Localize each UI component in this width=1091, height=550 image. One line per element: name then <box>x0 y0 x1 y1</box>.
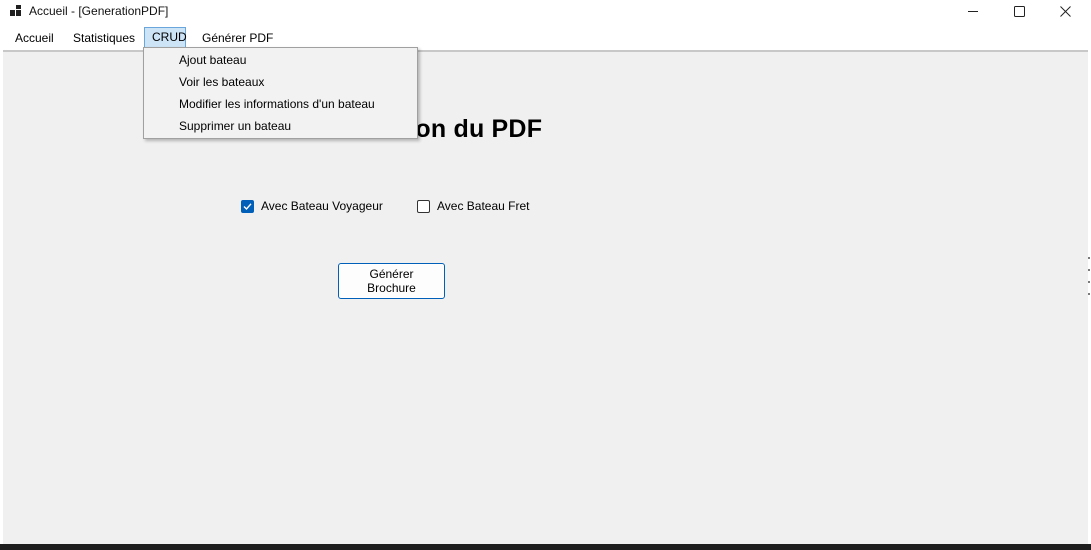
minimize-icon <box>968 11 978 12</box>
checkbox-checked-icon[interactable] <box>241 199 254 213</box>
menu-crud[interactable]: CRUD <box>144 27 187 49</box>
close-icon <box>1059 5 1071 17</box>
checkbox-bateau-voyageur[interactable]: Avec Bateau Voyageur <box>241 199 383 213</box>
window-title: Accueil - [GenerationPDF] <box>29 4 169 18</box>
menu-generer-pdf[interactable]: Générer PDF <box>194 28 281 48</box>
checkbox-label-voyageur: Avec Bateau Voyageur <box>261 199 383 213</box>
checkbox-label-fret: Avec Bateau Fret <box>437 199 530 213</box>
minimize-button[interactable] <box>950 0 996 22</box>
checkmark-icon <box>243 202 252 210</box>
maximize-icon <box>1013 5 1025 17</box>
menu-item-modifier-bateau[interactable]: Modifier les informations d'un bateau <box>179 94 375 114</box>
crud-dropdown-menu: Ajout bateau Voir les bateaux Modifier l… <box>143 47 418 139</box>
generer-brochure-button[interactable]: Générer Brochure <box>338 263 445 299</box>
menu-item-ajout-bateau[interactable]: Ajout bateau <box>179 50 246 70</box>
maximize-button[interactable] <box>996 0 1042 22</box>
menu-statistiques[interactable]: Statistiques <box>65 28 143 48</box>
dropdown-icon-gutter <box>144 48 168 138</box>
checkbox-unchecked-icon[interactable] <box>417 199 430 213</box>
close-button[interactable] <box>1042 0 1088 22</box>
menu-item-voir-bateaux[interactable]: Voir les bateaux <box>179 72 264 92</box>
resize-grip-icon[interactable] <box>1087 255 1091 301</box>
app-icon <box>10 5 22 17</box>
checkbox-bateau-fret[interactable]: Avec Bateau Fret <box>417 199 530 213</box>
menu-accueil[interactable]: Accueil <box>7 28 62 48</box>
title-bar[interactable]: Accueil - [GenerationPDF] <box>0 0 1091 26</box>
menu-item-supprimer-bateau[interactable]: Supprimer un bateau <box>179 116 291 136</box>
taskbar-edge <box>0 544 1091 550</box>
app-window: Accueil - [GenerationPDF] Accueil Statis… <box>0 0 1091 550</box>
